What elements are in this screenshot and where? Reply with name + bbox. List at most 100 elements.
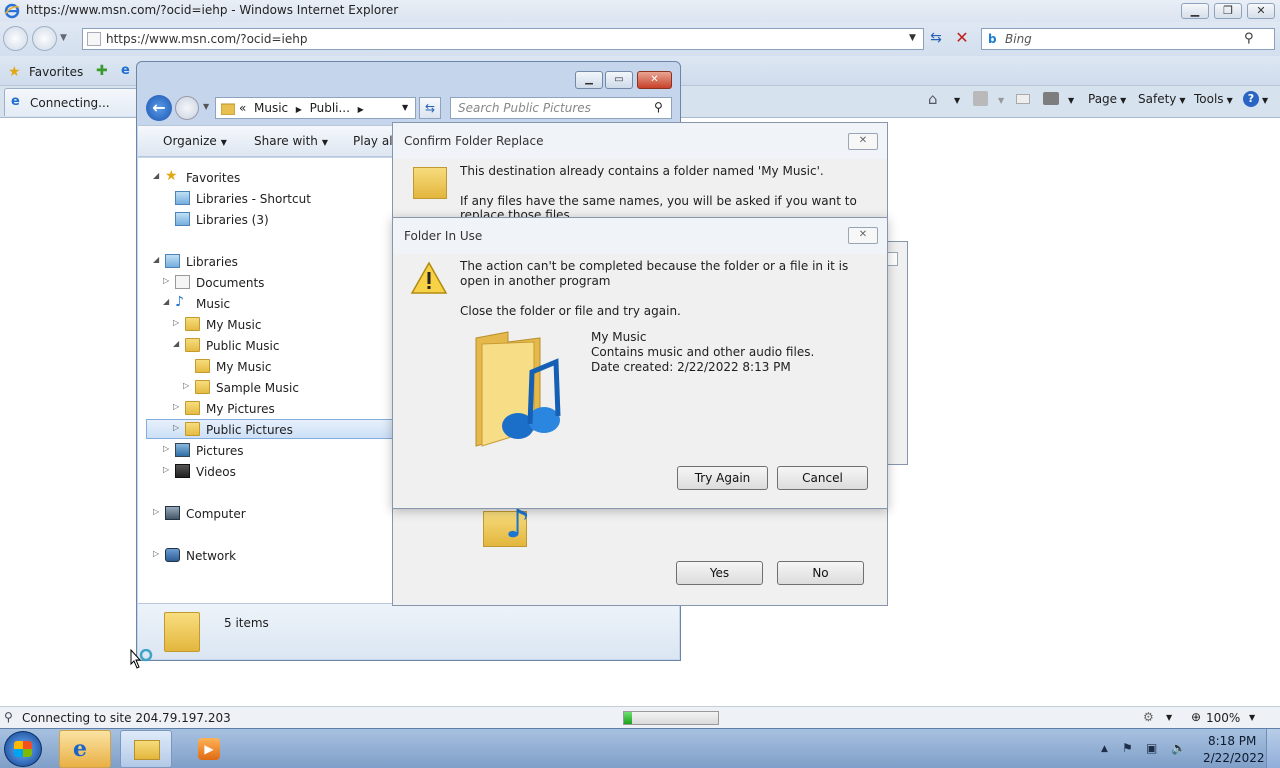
chevron-right-icon[interactable]: ▶ (296, 105, 302, 114)
taskbar-windows-explorer[interactable] (120, 730, 172, 768)
close-button[interactable]: ✕ (1247, 3, 1275, 19)
tree-item-my-pictures[interactable]: ▷ My Pictures (146, 399, 386, 419)
recent-pages-dropdown-icon[interactable]: ▼ (60, 33, 67, 43)
explorer-minimize-button[interactable]: ▁ (575, 71, 603, 89)
tree-item-libraries-shortcut[interactable]: Libraries - Shortcut (146, 189, 386, 209)
expand-arrow-icon[interactable]: ▷ (183, 381, 189, 390)
yes-button[interactable]: Yes (676, 561, 763, 585)
tree-item-public-music[interactable]: ◢ Public Music (146, 336, 386, 356)
try-again-button[interactable]: Try Again (677, 466, 768, 490)
forward-button[interactable] (32, 26, 57, 51)
expand-arrow-icon[interactable]: ◢ (153, 171, 159, 180)
home-dropdown-icon[interactable]: ▼ (954, 96, 960, 105)
tree-item-videos[interactable]: ▷ Videos (146, 462, 386, 482)
confirm-close-button[interactable]: ✕ (848, 133, 878, 150)
print-icon[interactable] (1043, 92, 1059, 105)
recent-locations-icon[interactable]: ▼ (203, 102, 209, 111)
tab-connecting[interactable]: e Connecting... (4, 88, 138, 116)
share-with-button[interactable]: Share with ▼ (254, 134, 328, 148)
tree-item-libraries-3[interactable]: Libraries (3) (146, 210, 386, 230)
zoom-dropdown-icon[interactable]: ▼ (1249, 713, 1255, 722)
network-tray-icon[interactable]: ▣ (1146, 741, 1157, 755)
no-button[interactable]: No (777, 561, 864, 585)
start-button[interactable] (4, 731, 42, 767)
action-center-flag-icon[interactable]: ⚑ (1122, 741, 1133, 755)
cancel-button[interactable]: Cancel (777, 466, 868, 490)
explorer-search-box[interactable]: Search Public Pictures ⚲ (450, 97, 672, 119)
breadcrumb-item-music[interactable]: Music (254, 101, 288, 115)
explorer-close-button[interactable]: ✕ (637, 71, 672, 89)
favorites-button[interactable]: Favorites (29, 65, 83, 79)
suggested-sites-icon[interactable]: e (121, 63, 130, 78)
tree-item-public-my-music[interactable]: My Music (146, 357, 386, 377)
tree-item-public-pictures[interactable]: ▷ Public Pictures (146, 419, 393, 439)
volume-muted-icon[interactable]: 🔈 (1171, 741, 1186, 755)
expand-arrow-icon[interactable]: ▷ (163, 276, 169, 285)
stop-button[interactable]: ✕ (952, 28, 972, 48)
help-dropdown-icon[interactable]: ▼ (1262, 96, 1268, 105)
address-bar[interactable]: https://www.msn.com/?ocid=iehp ▼ (82, 28, 924, 50)
explorer-maximize-button[interactable]: ▭ (605, 71, 633, 89)
refresh-button[interactable]: ⇆ (926, 30, 946, 48)
clock-time[interactable]: 8:18 PM (1208, 734, 1256, 748)
chevron-right-icon[interactable]: ▶ (358, 105, 364, 114)
organize-button[interactable]: Organize ▼ (163, 134, 227, 148)
expand-arrow-icon[interactable]: ◢ (173, 339, 179, 348)
breadcrumb-item-public[interactable]: Publi... (310, 101, 350, 115)
feeds-icon[interactable] (973, 91, 988, 106)
expand-arrow-icon[interactable]: ▷ (173, 318, 179, 327)
tree-item-my-music[interactable]: ▷ My Music (146, 315, 386, 335)
home-icon[interactable]: ⌂ (928, 90, 938, 108)
address-dropdown-icon[interactable]: ▼ (909, 33, 916, 43)
protected-mode-icon[interactable]: ⚙ (1143, 710, 1154, 724)
taskbar-internet-explorer[interactable]: e (59, 730, 111, 768)
explorer-refresh-button[interactable]: ⇆ (419, 97, 441, 119)
minimize-button[interactable]: ▁ (1181, 3, 1209, 19)
add-to-favorites-icon[interactable]: ✚ (96, 63, 108, 79)
zoom-icon[interactable]: ⊕ (1191, 710, 1201, 724)
address-dropdown-icon[interactable]: ▼ (402, 103, 408, 112)
expand-arrow-icon[interactable]: ▷ (173, 423, 179, 432)
read-mail-icon[interactable] (1016, 94, 1030, 104)
favorites-star-icon[interactable]: ★ (8, 64, 21, 80)
expand-arrow-icon[interactable]: ▷ (153, 549, 159, 558)
tree-item-favorites[interactable]: ◢ ★ Favorites (146, 168, 386, 188)
address-input[interactable]: https://www.msn.com/?ocid=iehp (106, 32, 307, 46)
tree-item-network[interactable]: ▷ Network (146, 546, 386, 566)
tree-item-documents[interactable]: ▷ Documents (146, 273, 386, 293)
tree-item-sample-music[interactable]: ▷ Sample Music (146, 378, 386, 398)
explorer-search-input[interactable]: Search Public Pictures (458, 101, 591, 115)
show-hidden-icons-icon[interactable]: ▲ (1101, 744, 1108, 754)
tools-menu[interactable]: Tools ▼ (1194, 92, 1233, 106)
expand-arrow-icon[interactable]: ▷ (163, 444, 169, 453)
search-input[interactable]: Bing (1005, 32, 1032, 46)
maximize-button[interactable]: ❐ (1214, 3, 1242, 19)
show-desktop-button[interactable] (1266, 729, 1280, 768)
tree-item-libraries[interactable]: ◢ Libraries (146, 252, 386, 272)
breadcrumb-overflow[interactable]: « (239, 101, 246, 115)
expand-arrow-icon[interactable]: ▷ (173, 402, 179, 411)
expand-arrow-icon[interactable]: ▷ (163, 465, 169, 474)
back-button[interactable] (3, 26, 28, 51)
expand-arrow-icon[interactable]: ◢ (163, 297, 169, 306)
inuse-close-button[interactable]: ✕ (848, 227, 878, 244)
expand-arrow-icon[interactable]: ▷ (153, 507, 159, 516)
zoom-level[interactable]: 100% (1206, 711, 1240, 725)
zone-dropdown-icon[interactable]: ▼ (1166, 713, 1172, 722)
search-icon[interactable]: ⚲ (1244, 31, 1254, 46)
search-box[interactable]: b Bing ⚲ (981, 28, 1275, 50)
tree-item-pictures[interactable]: ▷ Pictures (146, 441, 386, 461)
taskbar-media-player[interactable]: ▶ (181, 730, 233, 768)
page-menu[interactable]: Page ▼ (1088, 92, 1126, 106)
help-icon[interactable]: ? (1243, 91, 1259, 107)
tree-item-music[interactable]: ◢ ♪ Music (146, 294, 386, 314)
safety-menu[interactable]: Safety ▼ (1138, 92, 1186, 106)
explorer-back-button[interactable]: ← (146, 95, 172, 121)
clock-date[interactable]: 2/22/2022 (1203, 751, 1265, 765)
play-all-button[interactable]: Play all (353, 134, 396, 148)
tree-item-computer[interactable]: ▷ Computer (146, 504, 386, 524)
explorer-forward-button[interactable] (175, 96, 199, 120)
feeds-dropdown-icon[interactable]: ▼ (998, 96, 1004, 105)
search-icon[interactable]: ⚲ (654, 100, 663, 114)
print-dropdown-icon[interactable]: ▼ (1068, 96, 1074, 105)
